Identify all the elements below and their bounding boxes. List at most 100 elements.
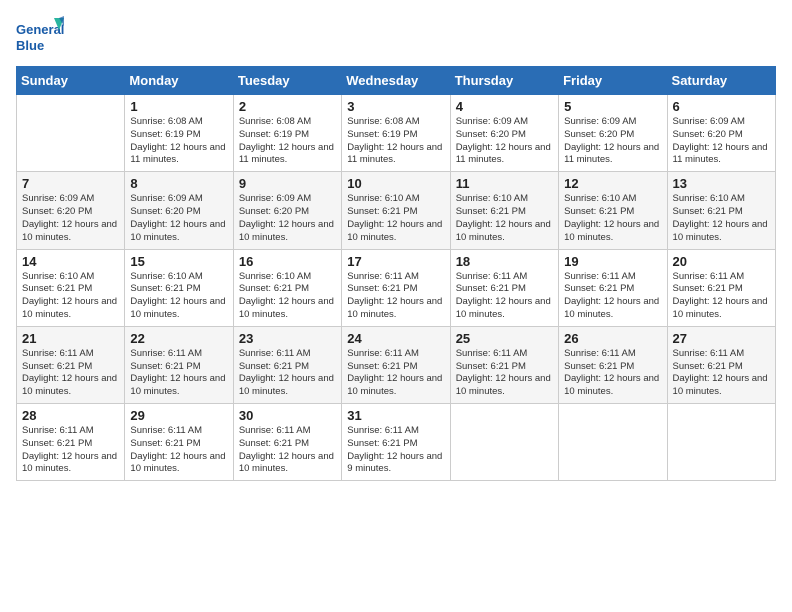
day-number: 2 <box>239 99 336 114</box>
day-info: Sunrise: 6:11 AM Sunset: 6:21 PM Dayligh… <box>239 425 336 476</box>
calendar-cell: 24 Sunrise: 6:11 AM Sunset: 6:21 PM Dayli… <box>342 326 450 403</box>
day-header-thursday: Thursday <box>450 67 558 95</box>
day-info: Sunrise: 6:11 AM Sunset: 6:21 PM Dayligh… <box>564 348 661 399</box>
page-header: General Blue <box>16 16 776 58</box>
day-info: Sunrise: 6:11 AM Sunset: 6:21 PM Dayligh… <box>130 348 227 399</box>
day-info: Sunrise: 6:11 AM Sunset: 6:21 PM Dayligh… <box>673 271 770 322</box>
day-number: 13 <box>673 176 770 191</box>
calendar-cell: 14 Sunrise: 6:10 AM Sunset: 6:21 PM Dayli… <box>17 249 125 326</box>
day-header-saturday: Saturday <box>667 67 775 95</box>
calendar-week-row: 28 Sunrise: 6:11 AM Sunset: 6:21 PM Dayli… <box>17 404 776 481</box>
calendar-cell <box>17 95 125 172</box>
calendar-cell: 4Sunrise: 6:09 AM Sunset: 6:20 PM Daylig… <box>450 95 558 172</box>
day-info: Sunrise: 6:10 AM Sunset: 6:21 PM Dayligh… <box>456 193 553 244</box>
day-info: Sunrise: 6:10 AM Sunset: 6:21 PM Dayligh… <box>564 193 661 244</box>
logo: General Blue <box>16 16 66 58</box>
day-info: Sunrise: 6:09 AM Sunset: 6:20 PM Dayligh… <box>673 116 770 167</box>
calendar-week-row: 7 Sunrise: 6:09 AM Sunset: 6:20 PM Daylig… <box>17 172 776 249</box>
day-number: 5 <box>564 99 661 114</box>
calendar-cell: 15Sunrise: 6:10 AM Sunset: 6:21 PM Dayli… <box>125 249 233 326</box>
day-number: 24 <box>347 331 444 346</box>
calendar-week-row: 1 Sunrise: 6:08 AM Sunset: 6:19 PM Daylig… <box>17 95 776 172</box>
day-info: Sunrise: 6:10 AM Sunset: 6:21 PM Dayligh… <box>347 193 444 244</box>
day-info: Sunrise: 6:11 AM Sunset: 6:21 PM Dayligh… <box>456 348 553 399</box>
calendar-cell: 22 Sunrise: 6:11 AM Sunset: 6:21 PM Dayli… <box>125 326 233 403</box>
day-number: 28 <box>22 408 119 423</box>
calendar-cell: 8Sunrise: 6:09 AM Sunset: 6:20 PM Daylig… <box>125 172 233 249</box>
calendar-header-row: SundayMondayTuesdayWednesdayThursdayFrid… <box>17 67 776 95</box>
calendar-cell: 1 Sunrise: 6:08 AM Sunset: 6:19 PM Daylig… <box>125 95 233 172</box>
day-header-sunday: Sunday <box>17 67 125 95</box>
calendar-cell: 29 Sunrise: 6:11 AM Sunset: 6:21 PM Dayli… <box>125 404 233 481</box>
day-number: 6 <box>673 99 770 114</box>
calendar-cell: 11 Sunrise: 6:10 AM Sunset: 6:21 PM Dayli… <box>450 172 558 249</box>
day-info: Sunrise: 6:09 AM Sunset: 6:20 PM Dayligh… <box>564 116 661 167</box>
day-number: 16 <box>239 254 336 269</box>
calendar-cell: 5 Sunrise: 6:09 AM Sunset: 6:20 PM Daylig… <box>559 95 667 172</box>
day-number: 25 <box>456 331 553 346</box>
calendar-cell: 31 Sunrise: 6:11 AM Sunset: 6:21 PM Dayli… <box>342 404 450 481</box>
calendar-cell <box>450 404 558 481</box>
day-info: Sunrise: 6:08 AM Sunset: 6:19 PM Dayligh… <box>347 116 444 167</box>
day-number: 22 <box>130 331 227 346</box>
calendar-cell: 2 Sunrise: 6:08 AM Sunset: 6:19 PM Daylig… <box>233 95 341 172</box>
day-number: 30 <box>239 408 336 423</box>
day-info: Sunrise: 6:11 AM Sunset: 6:21 PM Dayligh… <box>22 348 119 399</box>
calendar-cell: 23 Sunrise: 6:11 AM Sunset: 6:21 PM Dayli… <box>233 326 341 403</box>
day-number: 9 <box>239 176 336 191</box>
logo-svg: General Blue <box>16 16 66 58</box>
calendar-cell: 25 Sunrise: 6:11 AM Sunset: 6:21 PM Dayli… <box>450 326 558 403</box>
calendar-cell: 10 Sunrise: 6:10 AM Sunset: 6:21 PM Dayli… <box>342 172 450 249</box>
day-number: 1 <box>130 99 227 114</box>
day-info: Sunrise: 6:11 AM Sunset: 6:21 PM Dayligh… <box>347 271 444 322</box>
day-number: 20 <box>673 254 770 269</box>
day-number: 7 <box>22 176 119 191</box>
day-number: 31 <box>347 408 444 423</box>
day-number: 10 <box>347 176 444 191</box>
day-info: Sunrise: 6:11 AM Sunset: 6:21 PM Dayligh… <box>347 425 444 476</box>
day-info: Sunrise: 6:11 AM Sunset: 6:21 PM Dayligh… <box>564 271 661 322</box>
day-number: 8 <box>130 176 227 191</box>
day-number: 4 <box>456 99 553 114</box>
day-number: 29 <box>130 408 227 423</box>
day-number: 14 <box>22 254 119 269</box>
day-info: Sunrise: 6:08 AM Sunset: 6:19 PM Dayligh… <box>239 116 336 167</box>
day-number: 11 <box>456 176 553 191</box>
calendar-cell: 7 Sunrise: 6:09 AM Sunset: 6:20 PM Daylig… <box>17 172 125 249</box>
calendar-week-row: 21Sunrise: 6:11 AM Sunset: 6:21 PM Dayli… <box>17 326 776 403</box>
day-info: Sunrise: 6:09 AM Sunset: 6:20 PM Dayligh… <box>239 193 336 244</box>
day-info: Sunrise: 6:10 AM Sunset: 6:21 PM Dayligh… <box>130 271 227 322</box>
day-number: 19 <box>564 254 661 269</box>
calendar-cell: 26Sunrise: 6:11 AM Sunset: 6:21 PM Dayli… <box>559 326 667 403</box>
day-info: Sunrise: 6:08 AM Sunset: 6:19 PM Dayligh… <box>130 116 227 167</box>
calendar-cell: 13Sunrise: 6:10 AM Sunset: 6:21 PM Dayli… <box>667 172 775 249</box>
day-header-friday: Friday <box>559 67 667 95</box>
calendar-cell: 30 Sunrise: 6:11 AM Sunset: 6:21 PM Dayli… <box>233 404 341 481</box>
day-info: Sunrise: 6:09 AM Sunset: 6:20 PM Dayligh… <box>22 193 119 244</box>
day-info: Sunrise: 6:11 AM Sunset: 6:21 PM Dayligh… <box>130 425 227 476</box>
calendar-cell: 21Sunrise: 6:11 AM Sunset: 6:21 PM Dayli… <box>17 326 125 403</box>
calendar-cell: 27Sunrise: 6:11 AM Sunset: 6:21 PM Dayli… <box>667 326 775 403</box>
day-info: Sunrise: 6:11 AM Sunset: 6:21 PM Dayligh… <box>239 348 336 399</box>
day-header-monday: Monday <box>125 67 233 95</box>
calendar-cell: 18Sunrise: 6:11 AM Sunset: 6:21 PM Dayli… <box>450 249 558 326</box>
calendar-cell: 19 Sunrise: 6:11 AM Sunset: 6:21 PM Dayli… <box>559 249 667 326</box>
day-header-tuesday: Tuesday <box>233 67 341 95</box>
calendar-cell: 3Sunrise: 6:08 AM Sunset: 6:19 PM Daylig… <box>342 95 450 172</box>
calendar-cell: 9 Sunrise: 6:09 AM Sunset: 6:20 PM Daylig… <box>233 172 341 249</box>
day-info: Sunrise: 6:11 AM Sunset: 6:21 PM Dayligh… <box>347 348 444 399</box>
calendar-cell: 28Sunrise: 6:11 AM Sunset: 6:21 PM Dayli… <box>17 404 125 481</box>
calendar-cell: 16 Sunrise: 6:10 AM Sunset: 6:21 PM Dayli… <box>233 249 341 326</box>
day-info: Sunrise: 6:10 AM Sunset: 6:21 PM Dayligh… <box>22 271 119 322</box>
calendar-cell: 20 Sunrise: 6:11 AM Sunset: 6:21 PM Dayli… <box>667 249 775 326</box>
calendar-cell <box>559 404 667 481</box>
day-number: 17 <box>347 254 444 269</box>
calendar-cell: 6 Sunrise: 6:09 AM Sunset: 6:20 PM Daylig… <box>667 95 775 172</box>
calendar-cell <box>667 404 775 481</box>
day-info: Sunrise: 6:11 AM Sunset: 6:21 PM Dayligh… <box>456 271 553 322</box>
calendar-table: SundayMondayTuesdayWednesdayThursdayFrid… <box>16 66 776 481</box>
calendar-week-row: 14 Sunrise: 6:10 AM Sunset: 6:21 PM Dayli… <box>17 249 776 326</box>
svg-text:Blue: Blue <box>16 38 44 53</box>
day-info: Sunrise: 6:10 AM Sunset: 6:21 PM Dayligh… <box>239 271 336 322</box>
day-number: 23 <box>239 331 336 346</box>
